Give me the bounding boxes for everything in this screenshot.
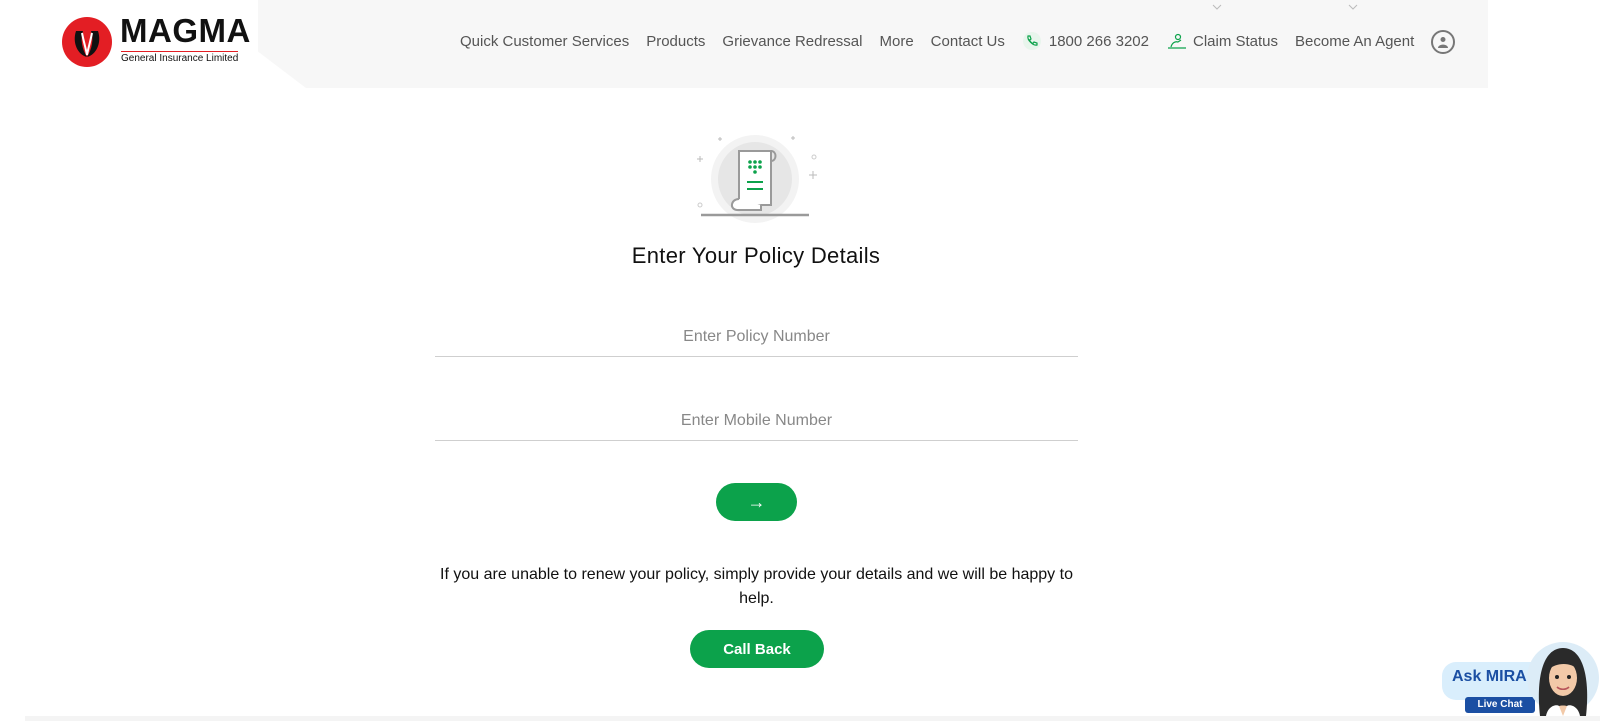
brand-subtitle: General Insurance Limited <box>121 51 239 64</box>
live-chat-badge: Live Chat <box>1465 697 1535 713</box>
nav-contact-us[interactable]: Contact Us <box>931 33 1005 50</box>
chat-title: Ask MIRA <box>1452 668 1527 685</box>
brand-name: MAGMA <box>120 12 251 49</box>
nav-label: Products <box>646 32 706 50</box>
submit-button[interactable]: → <box>716 483 797 521</box>
header-corner-decoration <box>256 50 306 88</box>
nav-claim-status[interactable]: Claim Status <box>1166 31 1278 51</box>
nav-label: More <box>879 32 914 50</box>
user-account-icon[interactable] <box>1431 30 1455 54</box>
mobile-number-input[interactable] <box>435 402 1078 441</box>
logo-emblem-icon <box>62 17 112 67</box>
policy-number-input[interactable] <box>435 318 1078 357</box>
chat-widget[interactable]: Ask MIRA Live Chat <box>1440 640 1600 721</box>
nav-label: 1800 266 3202 <box>1048 32 1149 50</box>
nav-label: Quick Customer Services <box>460 32 630 50</box>
arrow-right-icon: → <box>747 491 766 512</box>
nav-phone[interactable]: 1800 266 3202 <box>1022 31 1149 51</box>
policy-document-icon <box>697 135 817 223</box>
assistant-avatar-icon <box>1527 642 1599 716</box>
phone-icon <box>1022 31 1042 51</box>
nav-more[interactable]: More <box>879 33 913 50</box>
nav-become-an-agent[interactable]: Become An Agent <box>1295 33 1414 50</box>
main-nav: Quick Customer Services Products Grievan… <box>460 30 1431 52</box>
help-text: If you are unable to renew your policy, … <box>440 566 1073 607</box>
chevron-down-icon <box>1212 4 1222 10</box>
company-logo[interactable]: MAGMA General Insurance Limited <box>62 12 252 70</box>
nav-label: Contact Us <box>930 32 1005 50</box>
page-title: Enter Your Policy Details <box>631 243 881 268</box>
nav-products[interactable]: Products <box>646 33 705 50</box>
claim-icon <box>1166 31 1186 51</box>
nav-label: Grievance Redressal <box>722 32 863 50</box>
nav-label: Claim Status <box>1192 32 1279 50</box>
chevron-down-icon <box>1348 4 1358 10</box>
footer-divider <box>25 716 1600 721</box>
nav-quick-customer-services[interactable]: Quick Customer Services <box>460 33 629 50</box>
call-back-button[interactable]: Call Back <box>690 630 824 668</box>
nav-label: Become An Agent <box>1295 32 1415 50</box>
nav-grievance-redressal[interactable]: Grievance Redressal <box>722 33 862 50</box>
